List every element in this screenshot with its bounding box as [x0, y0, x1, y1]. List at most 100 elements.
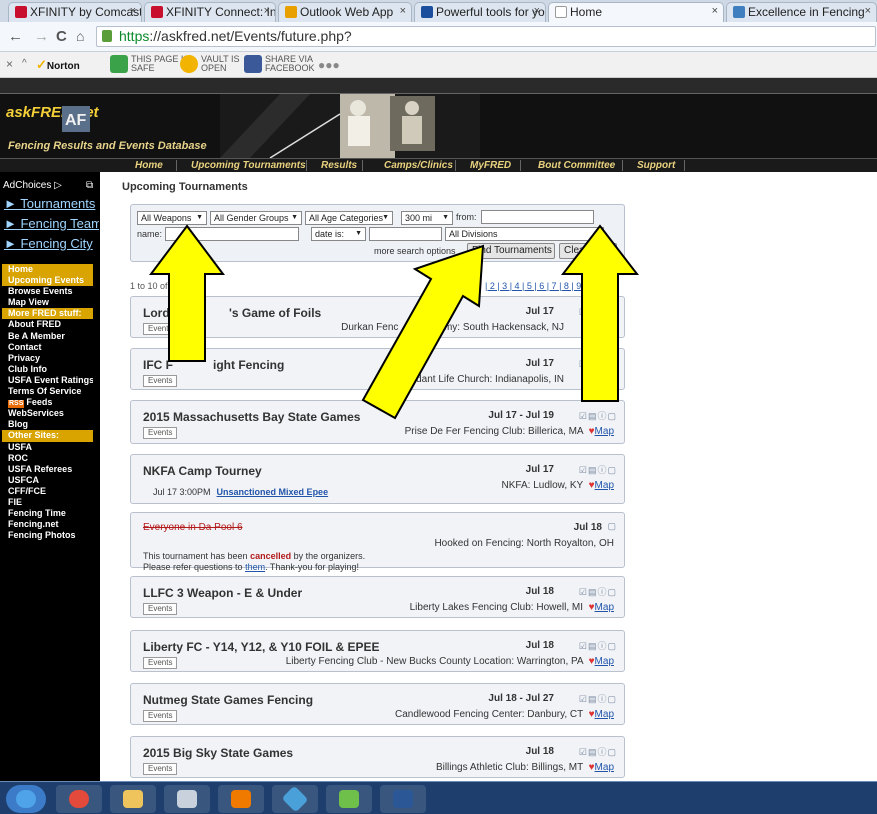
sidebar-item-upcoming-events[interactable]: Upcoming Events: [2, 275, 93, 287]
sidebar-item-fencing-photos[interactable]: Fencing Photos: [2, 530, 93, 541]
events-tag[interactable]: Events: [143, 710, 178, 722]
ad-close-icon[interactable]: ⧉: [86, 180, 93, 191]
tournament-action-icons[interactable]: ☑▤ⓘ▢: [579, 639, 617, 652]
events-tag[interactable]: Events: [143, 375, 178, 387]
map-link[interactable]: Map: [595, 480, 614, 491]
weapons-select[interactable]: All Weapons ▼: [137, 211, 207, 225]
tournament-name[interactable]: 2015 Big Sky State Games: [143, 746, 293, 760]
start-button[interactable]: [6, 785, 46, 813]
norton-logo[interactable]: ✓Norton: [36, 57, 80, 77]
sidebar-item-roc[interactable]: ROC: [2, 453, 93, 464]
close-tab-icon[interactable]: ×: [865, 5, 871, 17]
tab-powerful-tools[interactable]: Powerful tools for yo ×: [414, 2, 546, 22]
close-tab-icon[interactable]: ×: [534, 5, 540, 17]
ad-link-tournaments[interactable]: ► Tournaments: [4, 196, 99, 211]
close-tab-icon[interactable]: ×: [264, 5, 270, 17]
tournament-action-icons[interactable]: ☑▤ⓘ▢: [579, 409, 617, 422]
sidebar-item-browse-events[interactable]: Browse Events: [2, 286, 93, 297]
sidebar-item-contact[interactable]: Contact: [2, 342, 93, 353]
map-link[interactable]: Map: [595, 709, 614, 720]
tab-xfinity-connect[interactable]: XFINITY Connect: Inb ×: [144, 2, 276, 22]
page-safe-indicator[interactable]: THIS PAGE IS SAFE: [110, 55, 189, 75]
menu-results[interactable]: Results: [321, 159, 357, 172]
sidebar-item-usfa-event-ratings[interactable]: USFA Event Ratings: [2, 375, 93, 386]
tournament-action-icons[interactable]: ☑▤ⓘ▢: [579, 745, 617, 758]
tab-home[interactable]: Home ×: [548, 2, 724, 22]
reload-icon[interactable]: C: [56, 28, 67, 45]
tab-excellence[interactable]: Excellence in Fencing ×: [726, 2, 877, 22]
tournament-action-icons[interactable]: ☑▤ⓘ▢: [579, 463, 617, 476]
forward-icon[interactable]: →: [34, 28, 49, 45]
map-link[interactable]: Map: [595, 656, 614, 667]
date-input[interactable]: [369, 227, 442, 241]
ad-link-fencing-city[interactable]: ► Fencing City: [4, 236, 99, 251]
ad-link-fencing-team[interactable]: ► Fencing Team: [4, 216, 99, 231]
sidebar-item-about-fred[interactable]: About FRED: [2, 319, 93, 330]
close-toolbar-icon[interactable]: ×: [6, 57, 13, 77]
calculator-taskbar-button[interactable]: [164, 785, 210, 813]
date-select[interactable]: date is: ▼: [311, 227, 366, 241]
events-tag[interactable]: Events: [143, 427, 178, 439]
sidebar-item-feeds[interactable]: RSS Feeds: [2, 397, 93, 409]
sidebar-item-cff-fce[interactable]: CFF/FCE: [2, 486, 93, 497]
age-select[interactable]: All Age Categories ▼: [305, 211, 393, 225]
sidebar-item-fie[interactable]: FIE: [2, 497, 93, 508]
map-link[interactable]: Map: [595, 762, 614, 773]
tournament-name[interactable]: Liberty FC - Y14, Y12, & Y10 FOIL & EPEE: [143, 640, 380, 654]
sidebar-item-map-view[interactable]: Map View: [2, 297, 93, 308]
sidebar-item-be-a-member[interactable]: Be A Member: [2, 331, 93, 342]
tournament-action-icons[interactable]: ☑▤ⓘ▢: [579, 692, 617, 705]
sidebar-item-blog[interactable]: Blog: [2, 419, 93, 430]
map-link[interactable]: Map: [595, 602, 614, 613]
close-tab-icon[interactable]: ×: [130, 5, 136, 17]
vault-indicator[interactable]: VAULT IS OPEN: [180, 55, 240, 75]
close-tab-icon[interactable]: ×: [400, 5, 406, 17]
from-input[interactable]: [481, 210, 594, 224]
menu-bout-committee[interactable]: Bout Committee: [538, 159, 615, 172]
events-tag[interactable]: Events: [143, 657, 178, 669]
close-tab-icon[interactable]: ×: [712, 5, 718, 17]
tournament-name[interactable]: NKFA Camp Tourney: [143, 464, 262, 478]
chevron-up-icon[interactable]: ^: [22, 58, 27, 78]
sidebar-item-home[interactable]: Home: [2, 264, 93, 276]
map-link[interactable]: Map: [595, 426, 614, 437]
home-icon[interactable]: ⌂: [76, 28, 84, 44]
sidebar-item-usfa[interactable]: USFA: [2, 442, 93, 453]
tab-outlook[interactable]: Outlook Web App ×: [278, 2, 412, 22]
app-taskbar-button[interactable]: [272, 785, 318, 813]
sidebar-item-terms-of-service[interactable]: Terms Of Service: [2, 386, 93, 397]
events-tag[interactable]: Events: [143, 603, 178, 615]
media-taskbar-button[interactable]: [218, 785, 264, 813]
tab-xfinity[interactable]: XFINITY by Comcast ×: [8, 2, 142, 22]
more-icon[interactable]: ●●●: [318, 58, 340, 78]
events-tag[interactable]: Events: [143, 763, 178, 775]
menu-home[interactable]: Home: [135, 159, 163, 172]
adchoices[interactable]: AdChoices ▷ ⧉: [3, 180, 93, 191]
tournament-action-icons[interactable]: ▢: [607, 521, 617, 532]
url-bar[interactable]: https://askfred.net/Events/future.php?: [96, 26, 876, 47]
sidebar-item-privacy[interactable]: Privacy: [2, 353, 93, 364]
tournament-name[interactable]: 2015 Massachusetts Bay State Games: [143, 410, 360, 424]
menu-upcoming-tournaments[interactable]: Upcoming Tournaments: [191, 159, 306, 172]
sidebar-item-fencing-net[interactable]: Fencing.net: [2, 519, 93, 530]
sidebar-item-usfca[interactable]: USFCA: [2, 475, 93, 486]
sidebar-item-club-info[interactable]: Club Info: [2, 364, 93, 375]
back-icon[interactable]: ←: [8, 28, 23, 45]
menu-support[interactable]: Support: [637, 159, 675, 172]
tournament-name[interactable]: Everyone in Da Pool 6: [143, 522, 243, 533]
sidebar-item-fencing-time[interactable]: Fencing Time: [2, 508, 93, 519]
menu-myfred[interactable]: MyFRED: [470, 159, 511, 172]
sidebar-item-usfa-referees[interactable]: USFA Referees: [2, 464, 93, 475]
explorer-taskbar-button[interactable]: [110, 785, 156, 813]
gender-select[interactable]: All Gender Groups ▼: [210, 211, 302, 225]
distance-select[interactable]: 300 mi ▼: [401, 211, 453, 225]
tournament-name[interactable]: LLFC 3 Weapon - E & Under: [143, 586, 302, 600]
word-taskbar-button[interactable]: [380, 785, 426, 813]
tournament-action-icons[interactable]: ☑▤ⓘ▢: [579, 585, 617, 598]
sidebar-item-webservices[interactable]: WebServices: [2, 408, 93, 419]
tournament-name[interactable]: Nutmeg State Games Fencing: [143, 693, 313, 707]
chat-taskbar-button[interactable]: [326, 785, 372, 813]
chrome-taskbar-button[interactable]: [56, 785, 102, 813]
event-link[interactable]: Unsanctioned Mixed Epee: [217, 487, 329, 497]
menu-camps-clinics[interactable]: Camps/Clinics: [384, 159, 453, 172]
